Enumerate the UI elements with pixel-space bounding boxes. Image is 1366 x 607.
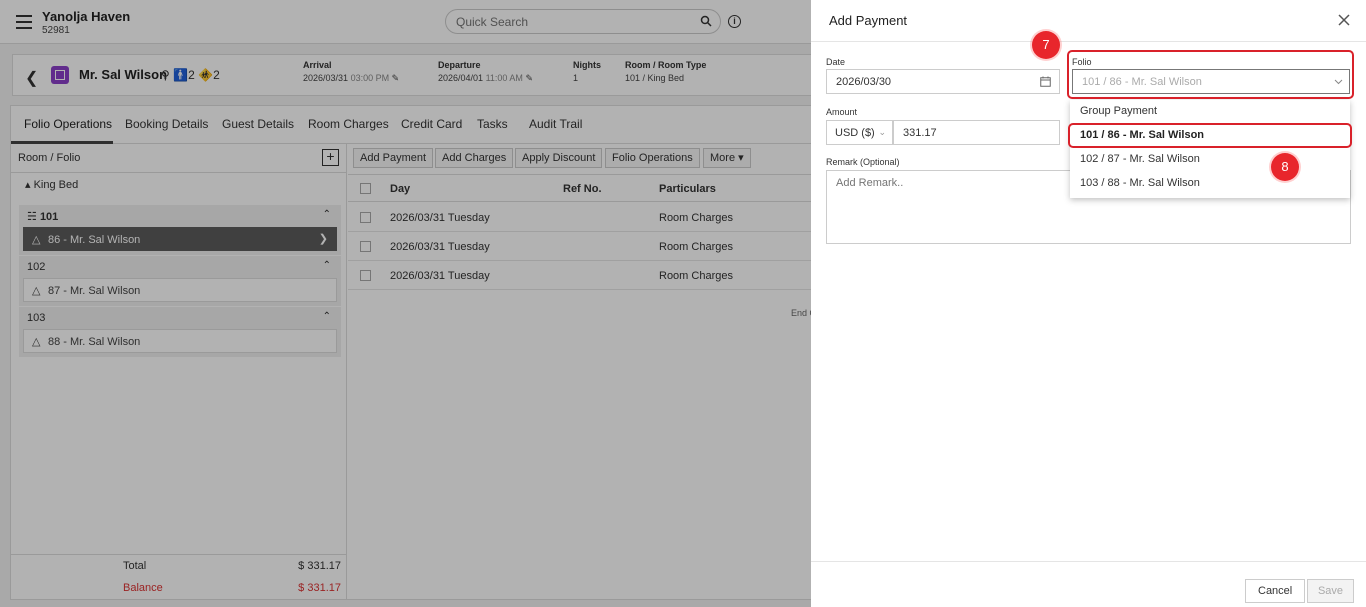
folio-option-103[interactable]: 103 / 88 - Mr. Sal Wilson	[1070, 172, 1350, 196]
amount-label: Amount	[826, 107, 858, 117]
cancel-button[interactable]: Cancel	[1245, 579, 1306, 603]
amount-input[interactable]: 331.17	[893, 120, 1060, 145]
folio-select[interactable]: 101 / 86 - Mr. Sal Wilson	[1072, 69, 1350, 94]
remark-label: Remark (Optional)	[826, 157, 900, 167]
amount-value: 331.17	[903, 127, 937, 139]
divider	[811, 41, 1366, 42]
currency-select[interactable]: USD ($) ⌄	[826, 120, 893, 145]
folio-option-group-payment[interactable]: Group Payment	[1070, 100, 1350, 124]
save-button[interactable]: Save	[1307, 579, 1354, 603]
close-icon[interactable]	[1336, 12, 1352, 28]
folio-dropdown: Group Payment 101 / 86 - Mr. Sal Wilson …	[1070, 100, 1350, 198]
folio-label: Folio	[1072, 57, 1092, 67]
calendar-icon[interactable]	[1040, 76, 1051, 87]
currency-value: USD ($)	[835, 127, 875, 139]
footer-divider	[811, 561, 1366, 562]
date-field[interactable]: 2026/03/30	[826, 69, 1060, 94]
chevron-down-icon[interactable]	[1334, 77, 1343, 86]
add-payment-drawer: Add Payment Date 2026/03/30 Folio 101 / …	[811, 0, 1366, 607]
chevron-down-icon[interactable]: ⌄	[878, 127, 886, 138]
folio-option-102[interactable]: 102 / 87 - Mr. Sal Wilson	[1070, 148, 1350, 172]
folio-select-value: 101 / 86 - Mr. Sal Wilson	[1082, 76, 1202, 88]
folio-option-101[interactable]: 101 / 86 - Mr. Sal Wilson	[1070, 124, 1350, 148]
step-8-badge: 8	[1271, 153, 1299, 181]
drawer-title: Add Payment	[829, 13, 908, 28]
step-7-badge: 7	[1032, 31, 1060, 59]
date-value: 2026/03/30	[836, 76, 892, 88]
modal-overlay[interactable]	[0, 0, 811, 607]
date-label: Date	[826, 57, 846, 67]
